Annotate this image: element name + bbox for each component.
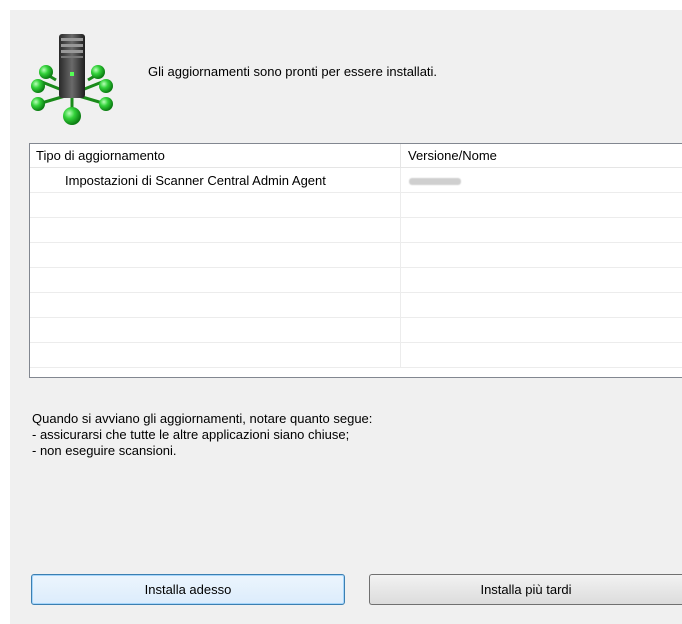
table-row[interactable]: Impostazioni di Scanner Central Admin Ag…: [30, 168, 682, 193]
empty-row: [30, 293, 682, 318]
empty-row: [30, 243, 682, 268]
install-notes: Quando si avviano gli aggiornamenti, not…: [32, 411, 372, 459]
list-header: Tipo di aggiornamento Versione/Nome: [30, 144, 682, 168]
update-version-cell: [401, 168, 682, 192]
empty-row: [30, 218, 682, 243]
network-server-icon: [31, 34, 113, 125]
empty-row: [30, 193, 682, 218]
empty-row: [30, 318, 682, 343]
install-later-button[interactable]: Installa più tardi: [369, 574, 682, 605]
redacted-version: [409, 178, 461, 185]
update-dialog: Gli aggiornamenti sono pronti per essere…: [10, 10, 682, 624]
column-header-type[interactable]: Tipo di aggiornamento: [30, 144, 401, 167]
update-type-cell: Impostazioni di Scanner Central Admin Ag…: [30, 168, 401, 192]
empty-row: [30, 343, 682, 368]
updates-list[interactable]: Tipo di aggiornamento Versione/Nome Impo…: [29, 143, 682, 378]
notes-item-no-scans: - non eseguire scansioni.: [32, 443, 177, 458]
list-rows: Impostazioni di Scanner Central Admin Ag…: [30, 168, 682, 368]
empty-row: [30, 268, 682, 293]
column-header-version[interactable]: Versione/Nome: [401, 144, 682, 167]
notes-intro: Quando si avviano gli aggiornamenti, not…: [32, 411, 373, 426]
install-now-button[interactable]: Installa adesso: [31, 574, 345, 605]
notes-item-close-apps: - assicurarsi che tutte le altre applica…: [32, 427, 350, 442]
header-message: Gli aggiornamenti sono pronti per essere…: [148, 64, 438, 79]
